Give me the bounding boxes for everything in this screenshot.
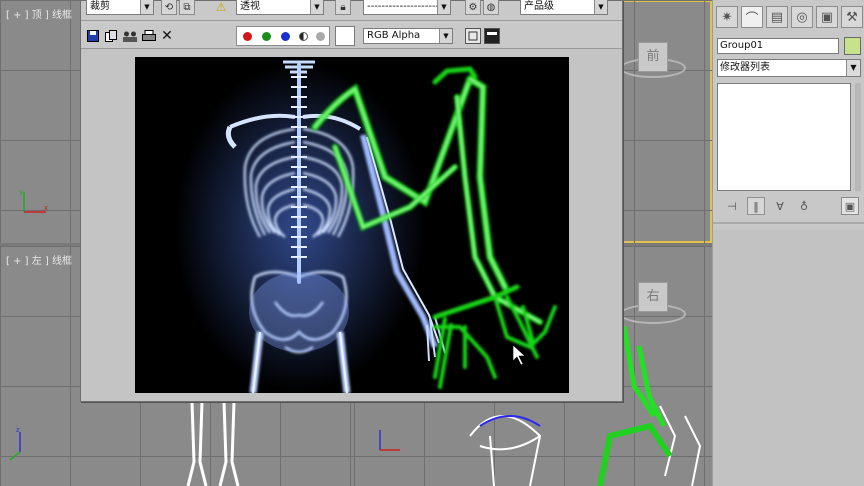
chevron-down-icon[interactable]: ▼: [439, 29, 452, 43]
make-unique-icon[interactable]: ∀: [771, 197, 789, 215]
lock-viewport-icon[interactable]: 🔒︎: [335, 0, 351, 15]
clone-icon[interactable]: [122, 28, 138, 44]
svg-text:x: x: [44, 204, 48, 212]
toggle-ui-overlay-icon[interactable]: [465, 28, 481, 44]
auto-region-icon[interactable]: ⧉: [179, 0, 195, 15]
display-tab-icon[interactable]: ▣: [816, 6, 838, 28]
object-color-swatch[interactable]: [844, 37, 861, 55]
axis-tripod-icon: [379, 430, 400, 451]
object-name-field[interactable]: Group01: [717, 38, 839, 54]
chevron-down-icon[interactable]: ▼: [310, 0, 323, 14]
environment-icon[interactable]: ◍: [483, 0, 499, 15]
viewport-dropdown[interactable]: 透视 ▼: [236, 0, 324, 15]
chevron-down-icon[interactable]: ▼: [140, 0, 153, 14]
axis-tripod-icon: z: [9, 426, 21, 461]
utilities-tab-icon[interactable]: ⚒: [841, 6, 863, 28]
modifier-list-label: 修改器列表: [720, 62, 770, 73]
viewcube-front[interactable]: 前: [638, 42, 668, 72]
toggle-ui-icon[interactable]: [484, 28, 500, 44]
toolbar-divider: [81, 20, 622, 21]
viewport-value: 透视: [240, 1, 260, 12]
rendered-image[interactable]: [135, 57, 569, 393]
area-to-render-dropdown[interactable]: 裁剪 ▼: [86, 0, 154, 15]
background-color-swatch[interactable]: [335, 26, 355, 46]
chevron-down-icon[interactable]: ▼: [846, 60, 860, 76]
viewport-label-left[interactable]: [ + ] 左 ] 线框: [6, 252, 72, 267]
viewcube-right[interactable]: 右: [638, 282, 668, 312]
render-frame-window: 裁剪 ▼ ⟲ ⧉ ⚠ 透视 ▼ 🔒︎ ---------------------…: [80, 0, 623, 402]
render-quality-value: 产品级: [524, 1, 554, 12]
create-tab-icon[interactable]: ✷: [716, 6, 738, 28]
chevron-down-icon[interactable]: ▼: [594, 0, 607, 14]
render-preset-value: ----------------------: [367, 1, 447, 12]
chevron-down-icon[interactable]: ▼: [437, 0, 450, 14]
command-panel: ✷ ⌒ ▤ ◎ ▣ ⚒ Group01 修改器列表 ▼ ⊣ ‖ ∀ ♁ ▣: [712, 0, 864, 486]
monochrome-toggle[interactable]: [299, 32, 308, 41]
panel-divider: [713, 222, 864, 224]
svg-text:y: y: [19, 188, 23, 196]
frame-toolbar: ✕ RGB Alpha ▼: [81, 26, 622, 46]
area-to-render-value: 裁剪: [90, 1, 110, 12]
leg-wireframe: [186, 402, 240, 486]
edit-region-icon[interactable]: ⟲: [161, 0, 177, 15]
xray-skeleton-render: [175, 60, 557, 393]
hierarchy-tab-icon[interactable]: ▤: [766, 6, 788, 28]
axis-tripod-icon: y x: [19, 188, 48, 213]
save-icon[interactable]: [85, 28, 101, 44]
stack-toolbar: ⊣ ‖ ∀ ♁ ▣: [717, 196, 861, 216]
copy-icon[interactable]: [103, 28, 119, 44]
render-setup-icon[interactable]: ⚙: [465, 0, 481, 15]
green-channel-toggle[interactable]: [262, 32, 271, 41]
configure-modifier-sets-icon[interactable]: ▣: [841, 197, 859, 215]
skeleton-wireframe-perspective: [469, 405, 702, 486]
channel-toggles: [236, 26, 330, 46]
svg-text:z: z: [16, 426, 20, 434]
modifier-list-dropdown[interactable]: 修改器列表 ▼: [717, 59, 861, 77]
show-end-result-icon[interactable]: ‖: [747, 197, 765, 215]
alpha-channel-toggle[interactable]: [316, 32, 325, 41]
warning-icon: ⚠: [215, 0, 227, 14]
red-channel-toggle[interactable]: [243, 32, 252, 41]
render-preset-dropdown[interactable]: ---------------------- ▼: [363, 0, 451, 15]
blue-channel-toggle[interactable]: [281, 32, 290, 41]
display-channel-dropdown[interactable]: RGB Alpha ▼: [363, 28, 453, 44]
rollout-area: [713, 230, 864, 486]
print-icon[interactable]: [141, 28, 157, 44]
viewport-label-top[interactable]: [ + ] 顶 ] 线框: [6, 6, 72, 21]
motion-tab-icon[interactable]: ◎: [791, 6, 813, 28]
pin-stack-icon[interactable]: ⊣: [723, 197, 741, 215]
render-options-row: 裁剪 ▼ ⟲ ⧉ ⚠ 透视 ▼ 🔒︎ ---------------------…: [81, 0, 622, 18]
render-canvas-area: [81, 48, 622, 401]
command-panel-tabs: ✷ ⌒ ▤ ◎ ▣ ⚒: [713, 6, 864, 30]
display-channel-value: RGB Alpha: [367, 30, 421, 41]
modifier-stack-scrollbar[interactable]: [855, 83, 861, 191]
modify-tab-icon[interactable]: ⌒: [741, 6, 763, 28]
render-quality-dropdown[interactable]: 产品级 ▼: [520, 0, 608, 15]
modifier-stack[interactable]: [717, 83, 851, 191]
close-icon[interactable]: ✕: [159, 28, 175, 44]
remove-modifier-icon[interactable]: ♁: [795, 197, 813, 215]
